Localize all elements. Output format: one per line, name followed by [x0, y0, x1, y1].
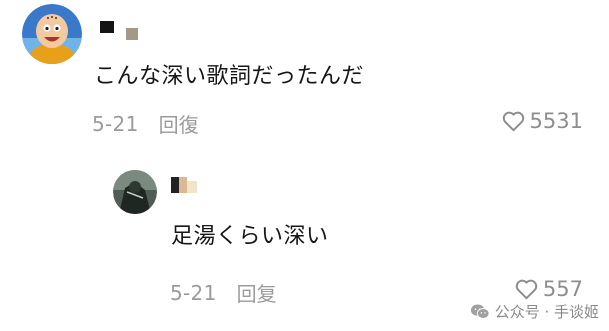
- commenter-avatar[interactable]: [22, 4, 82, 64]
- reply-button[interactable]: 回復: [159, 109, 199, 138]
- like-button[interactable]: 5531: [501, 109, 583, 133]
- username-redacted-block: [126, 28, 138, 40]
- reply-button[interactable]: 回复: [237, 278, 277, 307]
- reply-meta: 5-21 回复: [170, 278, 277, 307]
- commenter-username[interactable]: [100, 14, 138, 40]
- comment-text: こんな深い歌詞だったんだ: [94, 64, 365, 89]
- username-redacted-block: [100, 21, 114, 33]
- watermark: 公众号 · 手谈姬: [465, 300, 603, 323]
- cartoon-avatar-icon: [22, 4, 82, 64]
- reply-date: 5-21: [170, 280, 217, 305]
- heart-outline-icon: [515, 279, 538, 300]
- username-redacted-block: [179, 177, 187, 193]
- watermark-text: 公众号 · 手谈姬: [494, 303, 599, 321]
- reply-text: 足湯くらい深い: [171, 224, 329, 249]
- replier-username[interactable]: [171, 177, 197, 193]
- like-button[interactable]: 557: [514, 277, 583, 301]
- comment-meta: 5-21 回復: [92, 109, 199, 138]
- dark-figure-avatar-icon: [113, 170, 157, 214]
- comment-date: 5-21: [92, 111, 139, 136]
- wechat-icon: [470, 304, 490, 319]
- username-redacted-block: [171, 177, 179, 193]
- like-count: 557: [542, 277, 583, 301]
- replier-avatar[interactable]: [113, 170, 157, 214]
- like-count: 5531: [529, 109, 583, 133]
- username-redacted-block: [187, 181, 197, 193]
- heart-outline-icon: [502, 111, 524, 132]
